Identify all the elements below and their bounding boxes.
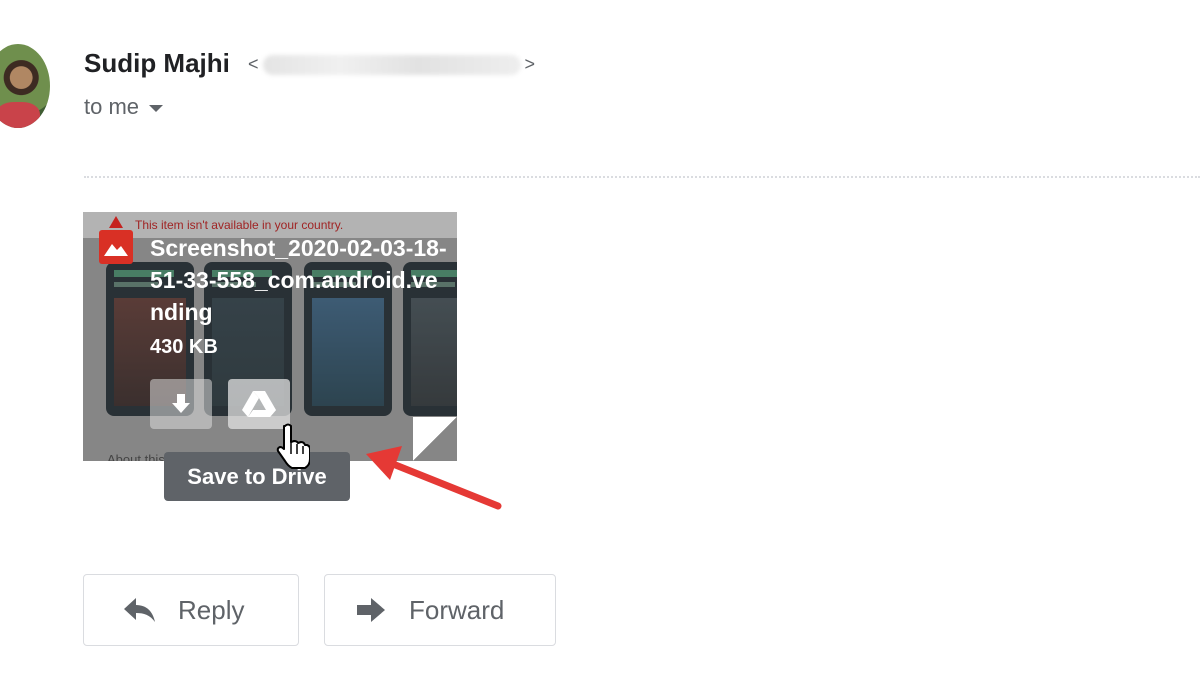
email-close-bracket: > — [524, 54, 536, 74]
warning-text: This item isn't available in your countr… — [135, 218, 344, 232]
sender-name[interactable]: Sudip Majhi — [84, 48, 230, 79]
hand-cursor-icon — [276, 423, 310, 469]
annotation-arrow — [366, 446, 502, 510]
warning-icon — [109, 216, 123, 228]
forward-icon — [357, 598, 385, 622]
chevron-down-icon[interactable] — [149, 104, 164, 112]
save-to-drive-tooltip: Save to Drive — [164, 452, 350, 501]
forward-button[interactable]: Forward — [324, 574, 556, 646]
avatar-shirt — [0, 102, 40, 128]
google-drive-icon — [242, 391, 276, 417]
reply-icon — [124, 598, 155, 622]
email-open-bracket: < — [248, 54, 259, 74]
recipient-toggle[interactable]: to me — [84, 94, 164, 120]
reply-button[interactable]: Reply — [83, 574, 299, 646]
divider — [84, 176, 1200, 178]
forward-label: Forward — [409, 594, 505, 625]
image-file-icon — [99, 230, 133, 264]
attachment-filename: Screenshot_2020-02-03-18-51-33-558_com.a… — [150, 235, 447, 325]
avatar[interactable] — [0, 44, 50, 128]
attachment-card[interactable]: This item isn't available in your countr… — [83, 212, 457, 461]
recipient-label: to me — [84, 94, 140, 119]
download-icon — [172, 394, 190, 413]
download-button[interactable] — [150, 379, 212, 429]
attachment-filesize: 430 KB — [150, 336, 218, 358]
sender-email: < > — [248, 54, 535, 75]
email-redacted — [262, 54, 521, 75]
reply-label: Reply — [178, 594, 245, 625]
